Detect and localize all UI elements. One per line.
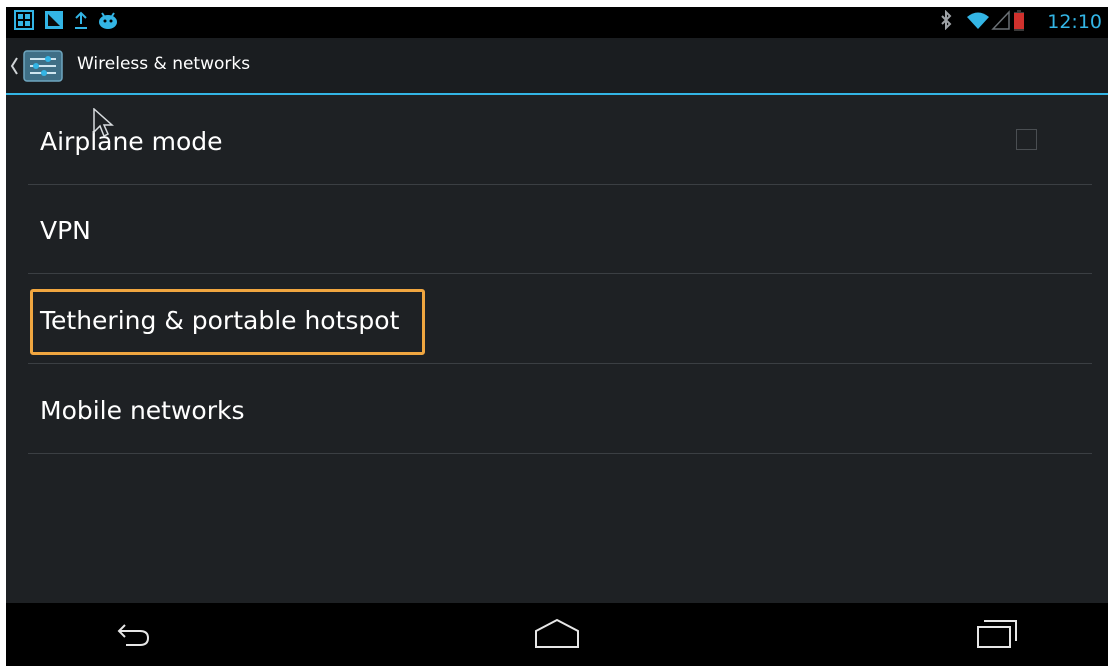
row-divider	[28, 453, 1092, 454]
row-divider	[28, 273, 1092, 274]
upload-icon	[75, 11, 87, 29]
pref-mobile-networks[interactable]: Mobile networks	[28, 365, 1092, 454]
android-screen: 12:10 Wireless & networks Airplane mode …	[6, 7, 1108, 666]
back-icon[interactable]	[116, 617, 152, 651]
pref-airplane-mode[interactable]: Airplane mode	[28, 96, 1092, 185]
wifi-icon	[967, 12, 989, 29]
pref-vpn[interactable]: VPN	[28, 185, 1092, 274]
gallery-icon	[14, 10, 34, 30]
navigation-bar	[6, 603, 1108, 666]
up-button[interactable]	[8, 47, 68, 85]
chevron-left-icon	[10, 57, 18, 75]
pref-title: Mobile networks	[40, 396, 245, 425]
airplane-mode-checkbox[interactable]	[1016, 129, 1037, 150]
settings-sliders-icon	[23, 50, 63, 82]
status-bar: 12:10	[6, 7, 1108, 38]
action-bar: Wireless & networks	[6, 38, 1108, 93]
battery-low-icon	[1014, 10, 1024, 31]
recent-apps-icon[interactable]	[976, 617, 1018, 651]
mouse-cursor-icon	[93, 108, 114, 138]
pref-title: Airplane mode	[40, 127, 223, 156]
status-time: 12:10	[1047, 11, 1102, 33]
screenshot-icon	[45, 11, 63, 29]
pref-title: VPN	[40, 216, 91, 245]
action-bar-divider	[6, 93, 1108, 95]
action-bar-title: Wireless & networks	[77, 54, 251, 74]
signal-icon	[991, 10, 1010, 30]
home-icon[interactable]	[534, 617, 580, 651]
highlight-box	[30, 289, 425, 355]
bluetooth-icon	[941, 10, 952, 30]
page: 12:10 Wireless & networks Airplane mode …	[0, 0, 1108, 666]
android-debug-icon	[99, 12, 117, 29]
row-divider	[28, 363, 1092, 364]
